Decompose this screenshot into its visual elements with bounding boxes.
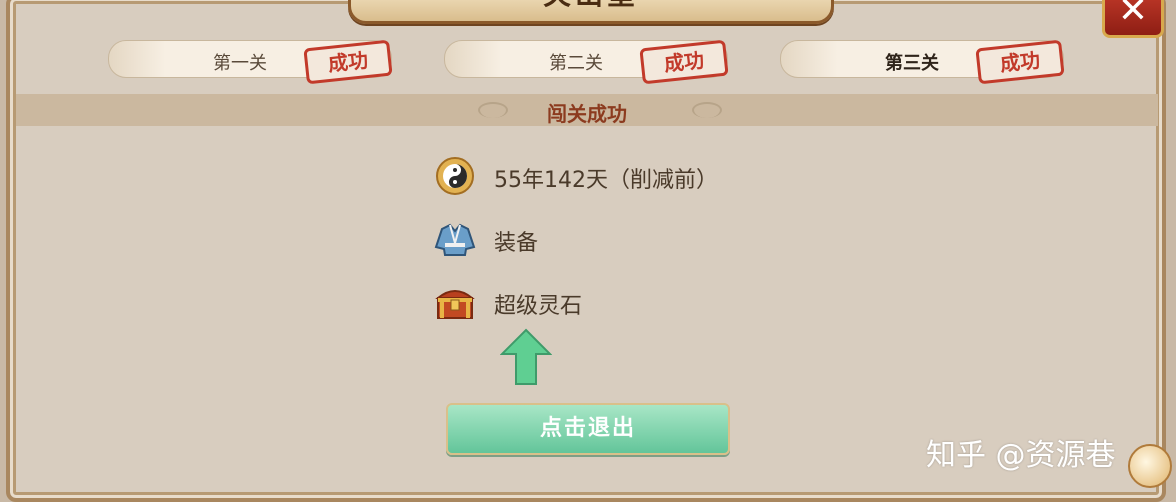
corner-coin-icon: [1128, 444, 1172, 488]
up-arrow-icon: [500, 328, 552, 385]
exit-button[interactable]: 点击退出: [446, 403, 730, 455]
title-plate: 关山堂: [348, 0, 834, 24]
stage-label: 第二关: [549, 53, 603, 74]
close-button[interactable]: ✕: [1102, 0, 1164, 38]
dialog-title: 关山堂: [351, 0, 831, 13]
stage-item-3: 第三关 成功: [780, 39, 1065, 85]
stage-item-2: 第二关 成功: [444, 39, 729, 85]
robe-equipment-icon: [434, 223, 476, 256]
stage-label: 第三关: [885, 53, 939, 74]
stage-item-1: 第一关 成功: [108, 39, 393, 85]
result-header: 闯关成功: [16, 94, 1158, 126]
treasure-chest-icon: [435, 290, 475, 319]
yin-yang-coin-icon: [436, 157, 474, 195]
reward-label: 55年142天（削减前）: [494, 168, 718, 193]
reward-label: 装备: [494, 231, 539, 256]
stage-label: 第一关: [213, 53, 267, 74]
reward-label: 超级灵石: [494, 294, 583, 319]
watermark: 知乎 @资源巷: [926, 438, 1116, 473]
result-heading: 闯关成功: [547, 102, 627, 126]
